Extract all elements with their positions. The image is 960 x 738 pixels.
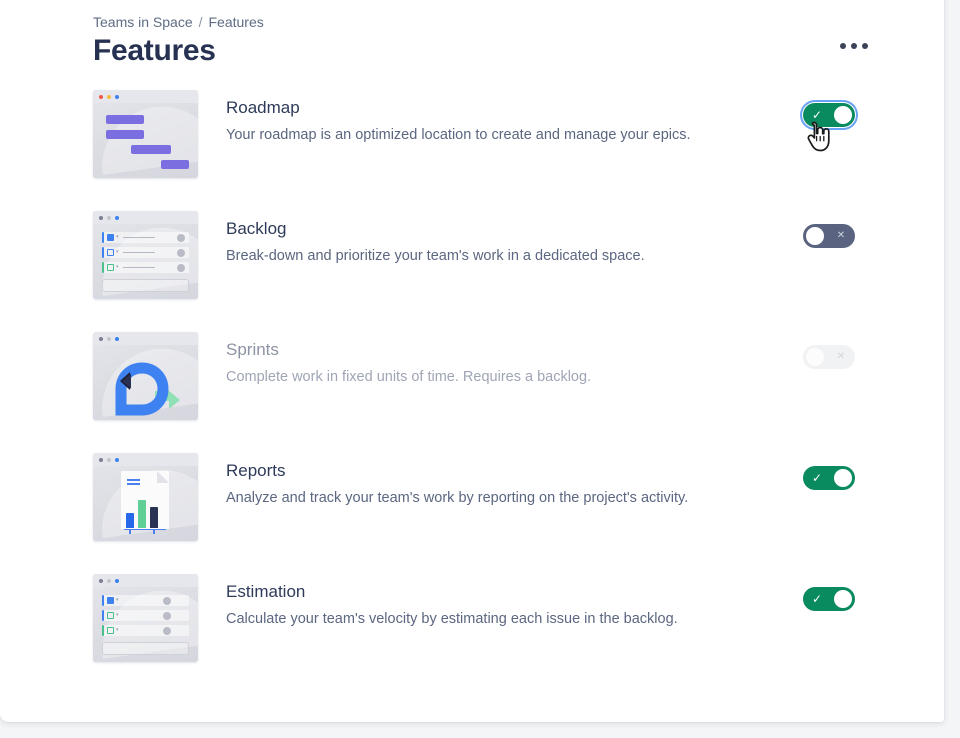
toggle-check-icon: ✓ (806, 466, 828, 490)
feature-description: Complete work in fixed units of time. Re… (226, 366, 591, 388)
page-title: Features (93, 34, 216, 68)
toggle-knob (806, 348, 824, 366)
feature-text-reports: Reports Analyze and track your team's wo… (226, 459, 688, 509)
feature-name: Backlog (226, 217, 645, 241)
ellipsis-dot-icon (840, 43, 846, 49)
feature-name: Reports (226, 459, 688, 483)
feature-row-sprints: Sprints Complete work in fixed units of … (0, 332, 944, 453)
sprint-cycle-icon (93, 345, 198, 420)
features-page-card: Teams in Space / Features Features (0, 0, 944, 722)
feature-toggle-backlog[interactable]: ✕ (803, 224, 855, 248)
ellipsis-dot-icon (862, 43, 868, 49)
ellipsis-dot-icon (851, 43, 857, 49)
estimation-thumbnail-icon: ▾ ▾ ▾ (93, 574, 198, 662)
feature-toggle-reports[interactable]: ✓ (803, 466, 855, 490)
backlog-thumbnail-icon: ▾ ▾ ▾ (93, 211, 198, 299)
feature-text-roadmap: Roadmap Your roadmap is an optimized loc… (226, 96, 691, 146)
reports-thumbnail-icon (93, 453, 198, 541)
toggle-knob (834, 469, 852, 487)
breadcrumb: Teams in Space / Features (93, 14, 264, 30)
toggle-wrap-roadmap: ✓ (800, 98, 858, 132)
more-actions-button[interactable] (836, 31, 872, 61)
toggle-wrap-backlog: ✕ (800, 219, 858, 253)
sprints-thumbnail-icon (93, 332, 198, 420)
feature-toggle-roadmap[interactable]: ✓ (803, 103, 855, 127)
feature-row-backlog: ▾ ▾ ▾ (0, 211, 944, 332)
feature-list: Roadmap Your roadmap is an optimized loc… (0, 90, 944, 695)
feature-text-sprints: Sprints Complete work in fixed units of … (226, 338, 591, 388)
feature-text-estimation: Estimation Calculate your team's velocit… (226, 580, 678, 630)
toggle-knob (834, 106, 852, 124)
toggle-cross-icon: ✕ (830, 345, 852, 369)
feature-description: Your roadmap is an optimized location to… (226, 124, 691, 146)
feature-description: Analyze and track your team's work by re… (226, 487, 688, 509)
feature-row-roadmap: Roadmap Your roadmap is an optimized loc… (0, 90, 944, 211)
feature-row-estimation: ▾ ▾ ▾ (0, 574, 944, 695)
breadcrumb-current: Features (209, 14, 264, 30)
toggle-wrap-estimation: ✓ (800, 582, 858, 616)
feature-name: Roadmap (226, 96, 691, 120)
feature-toggle-sprints: ✕ (803, 345, 855, 369)
roadmap-thumbnail-icon (93, 90, 198, 178)
feature-description: Break-down and prioritize your team's wo… (226, 245, 645, 267)
toggle-check-icon: ✓ (806, 103, 828, 127)
feature-name: Sprints (226, 338, 591, 362)
toggle-knob (806, 227, 824, 245)
toggle-wrap-reports: ✓ (800, 461, 858, 495)
toggle-check-icon: ✓ (806, 587, 828, 611)
feature-text-backlog: Backlog Break-down and prioritize your t… (226, 217, 645, 267)
feature-row-reports: Reports Analyze and track your team's wo… (0, 453, 944, 574)
toggle-wrap-sprints: ✕ (800, 340, 858, 374)
breadcrumb-project-link[interactable]: Teams in Space (93, 14, 193, 30)
toggle-knob (834, 590, 852, 608)
feature-name: Estimation (226, 580, 678, 604)
feature-description: Calculate your team's velocity by estima… (226, 608, 678, 630)
feature-toggle-estimation[interactable]: ✓ (803, 587, 855, 611)
breadcrumb-separator: / (199, 14, 203, 30)
toggle-cross-icon: ✕ (830, 224, 852, 248)
